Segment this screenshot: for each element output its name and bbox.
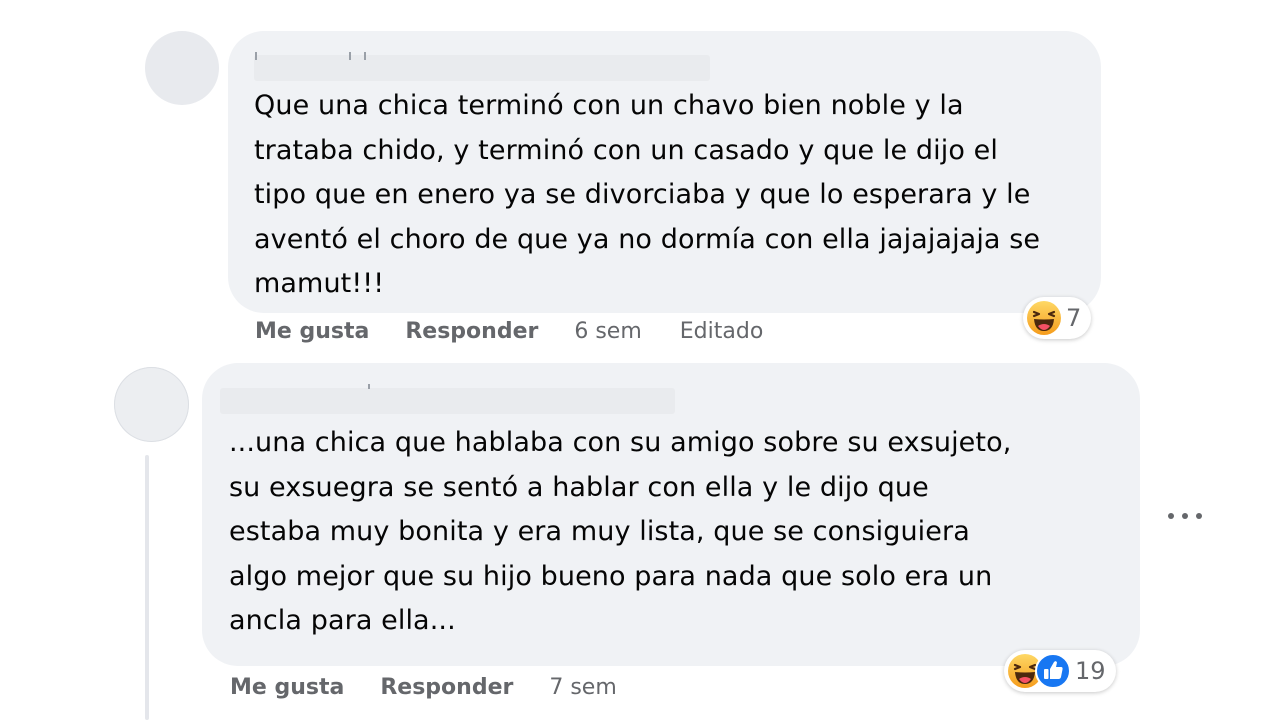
comment-actions: Me gusta Responder 6 sem Editado <box>255 319 763 344</box>
like-button[interactable]: Me gusta <box>230 675 344 700</box>
timestamp[interactable]: 6 sem <box>574 319 641 344</box>
more-options-button[interactable] <box>1168 504 1202 528</box>
edited-label: Editado <box>679 319 764 344</box>
reaction-count: 19 <box>1075 657 1106 685</box>
like-button[interactable]: Me gusta <box>255 319 369 344</box>
reply-button[interactable]: Responder <box>380 675 513 700</box>
reaction-summary[interactable]: 7 <box>1023 297 1092 339</box>
thread-line <box>145 455 149 720</box>
dot-icon <box>1182 513 1188 519</box>
commenter-name-redacted[interactable] <box>254 52 710 81</box>
dot-icon <box>1168 513 1174 519</box>
avatar[interactable] <box>114 367 189 442</box>
avatar[interactable] <box>145 31 219 105</box>
comment-text: ...una chica que hablaba con su amigo so… <box>229 427 1012 636</box>
dot-icon <box>1196 513 1202 519</box>
reaction-count: 7 <box>1066 304 1082 332</box>
timestamp[interactable]: 7 sem <box>549 675 616 700</box>
haha-icon <box>1027 301 1061 335</box>
reaction-summary[interactable]: 19 <box>1004 650 1116 692</box>
comment-text: Que una chica terminó con un chavo bien … <box>254 90 1041 299</box>
comment-actions: Me gusta Responder 7 sem <box>230 675 617 700</box>
reply-button[interactable]: Responder <box>405 319 538 344</box>
like-icon <box>1035 653 1071 689</box>
commenter-name-redacted[interactable] <box>220 384 675 414</box>
